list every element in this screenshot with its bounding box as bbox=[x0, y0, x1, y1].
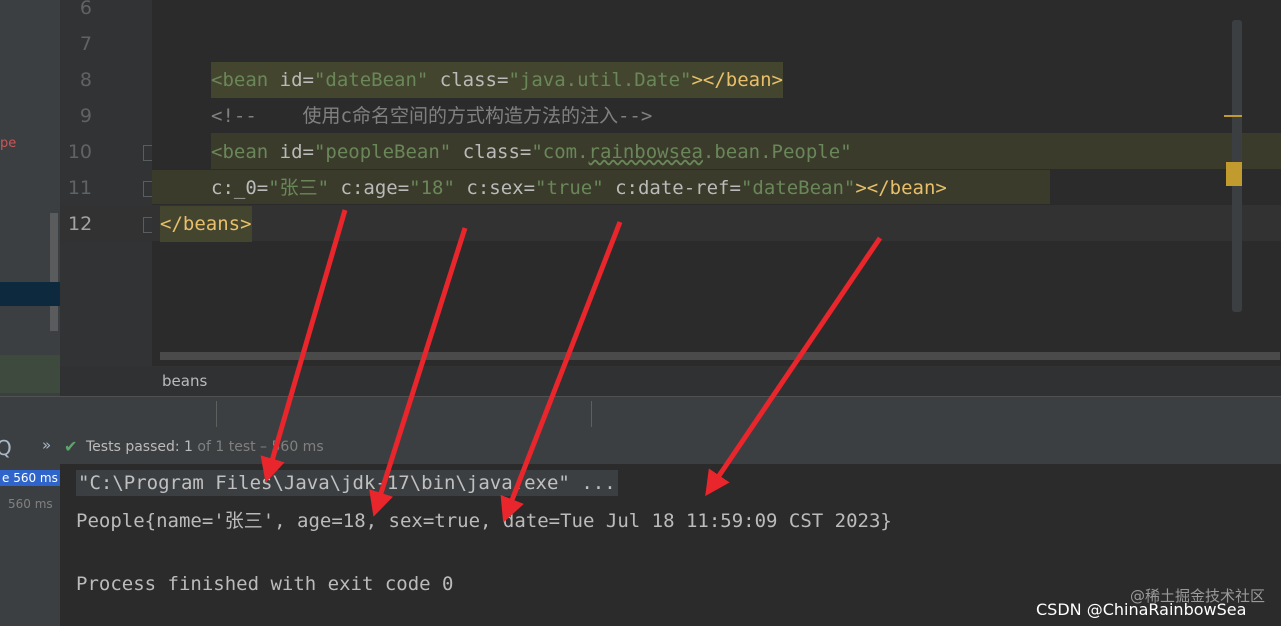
scrollbar-warning-marker[interactable] bbox=[1226, 162, 1242, 186]
test-status-bar: » ✔ Tests passed: 1 of 1 test – 560 ms bbox=[42, 430, 1281, 464]
run-toolbar bbox=[0, 396, 1281, 431]
project-scrollbar[interactable] bbox=[50, 213, 58, 331]
line-number: 7 bbox=[79, 33, 92, 55]
code-line-12[interactable]: </beans> bbox=[160, 206, 252, 242]
line-number: 6 bbox=[79, 0, 92, 19]
tree-highlight-row[interactable] bbox=[0, 355, 60, 393]
breadcrumb: beans bbox=[60, 366, 1281, 397]
toolbar-divider bbox=[216, 401, 217, 427]
line-number: 9 bbox=[79, 105, 92, 127]
line-number: 8 bbox=[79, 69, 92, 91]
csdn-watermark: CSDN @ChinaRainbowSea bbox=[1036, 600, 1247, 619]
tree-selected-row[interactable] bbox=[0, 282, 60, 306]
editor-horizontal-scrollbar[interactable] bbox=[160, 352, 1280, 360]
chevron-right-icon[interactable]: » bbox=[42, 436, 51, 454]
code-line-10[interactable]: <bean id="peopleBean" class="com.rainbow… bbox=[211, 134, 852, 170]
code-editor[interactable]: <bean id="dateBean" class="java.util.Dat… bbox=[152, 0, 1281, 366]
line-number-gutter: 6 7 8 9 10 11 12 bbox=[60, 0, 157, 366]
tree-fragment: pe bbox=[0, 136, 17, 151]
line-number: 11 bbox=[67, 177, 92, 199]
scrollbar-marker bbox=[1224, 115, 1242, 117]
code-line-9[interactable]: <!-- 使用c命名空间的方式构造方法的注入--> bbox=[211, 98, 652, 134]
toolbar-divider bbox=[591, 401, 592, 427]
test-tree-item[interactable]: 560 ms bbox=[8, 497, 53, 511]
project-panel-strip: pe Q e 560 ms 560 ms bbox=[0, 0, 60, 626]
test-status-text: Tests passed: 1 of 1 test – 560 ms bbox=[86, 439, 324, 455]
console-output-line: People{name='张三', age=18, sex=true, date… bbox=[76, 510, 892, 532]
console-command-line: "C:\Program Files\Java\jdk-17\bin\java.e… bbox=[76, 470, 618, 496]
test-tree-item-selected[interactable]: e 560 ms bbox=[0, 470, 60, 486]
console-exit-line: Process finished with exit code 0 bbox=[76, 573, 454, 595]
line-number-active: 12 bbox=[60, 206, 152, 242]
search-icon[interactable]: Q bbox=[0, 436, 12, 460]
breadcrumb-item-beans[interactable]: beans bbox=[162, 372, 207, 390]
code-line-11[interactable]: c:_0="张三" c:age="18" c:sex="true" c:date… bbox=[211, 170, 947, 206]
code-line-8[interactable]: <bean id="dateBean" class="java.util.Dat… bbox=[211, 62, 783, 98]
check-icon: ✔ bbox=[64, 437, 78, 456]
line-number: 10 bbox=[67, 141, 92, 163]
current-line-highlight bbox=[152, 205, 1281, 241]
